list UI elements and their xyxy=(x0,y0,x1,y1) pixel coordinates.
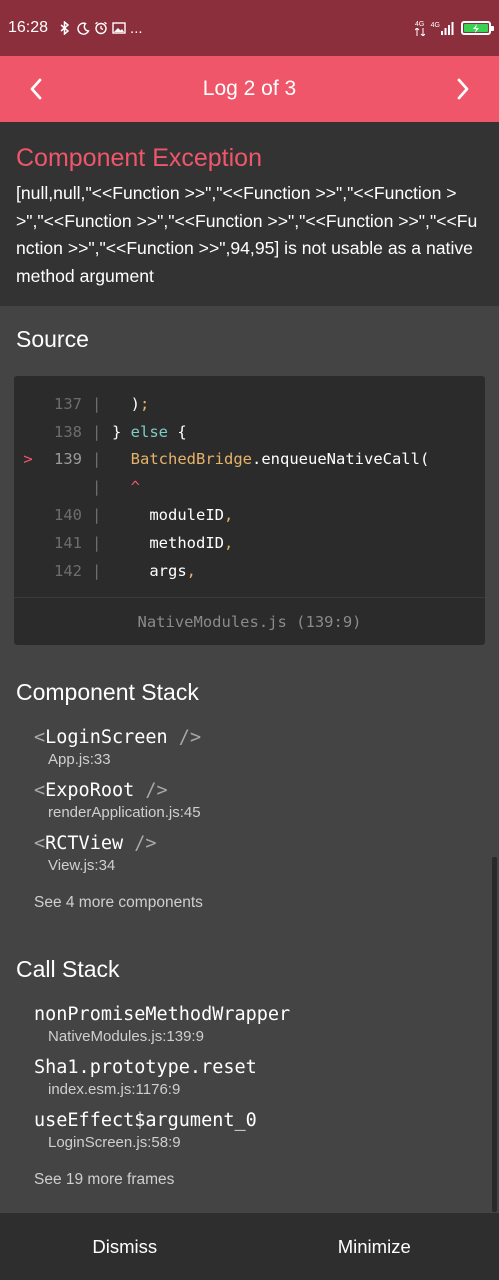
component-location: App.js:33 xyxy=(48,751,111,768)
call-frame[interactable]: nonPromiseMethodWrapper NativeModules.js… xyxy=(34,1004,290,1045)
component-frame[interactable]: <RCTView /> View.js:34 xyxy=(34,833,157,874)
moon-icon xyxy=(76,21,90,35)
call-frame-location: index.esm.js:1176:9 xyxy=(48,1081,181,1098)
component-location: View.js:34 xyxy=(48,857,116,874)
component-stack-heading: Component Stack xyxy=(16,679,199,705)
see-more-components-link[interactable]: See 4 more components xyxy=(34,894,203,912)
previous-log-button[interactable] xyxy=(6,56,66,122)
source-file-location[interactable]: NativeModules.js (139:9) xyxy=(14,597,485,645)
gutter-separator: | xyxy=(92,533,102,552)
code-line: | ^ xyxy=(14,473,485,501)
gutter-separator: | xyxy=(92,561,102,580)
code-line: 140 | moduleID, xyxy=(14,501,485,529)
code-line: 142 | args, xyxy=(14,557,485,585)
error-line-marker: > xyxy=(23,450,33,469)
exception-panel: Component Exception [null,null,"<<Functi… xyxy=(0,122,499,306)
code-text: args, xyxy=(112,561,196,580)
code-line: 137 | ); xyxy=(14,390,485,418)
component-name: RCTView xyxy=(45,833,124,854)
network-indicator-2: 4G xyxy=(431,21,455,35)
code-lines: 137 | ); 138 | } else { >139 | BatchedBridge.e… xyxy=(14,376,485,585)
code-line: >139 | BatchedBridge.enqueueNativeCall( xyxy=(14,446,485,474)
status-bar: 16:28 ... 4G 4G xyxy=(0,0,499,56)
scrollbar[interactable] xyxy=(492,857,497,1212)
line-number: 141 xyxy=(54,533,82,552)
exception-message: [null,null,"<<Function >>","<<Function >… xyxy=(16,183,478,286)
gutter-separator: | xyxy=(92,422,102,441)
next-log-button[interactable] xyxy=(433,56,493,122)
battery-icon xyxy=(461,21,494,35)
component-frame[interactable]: <ExpoRoot /> renderApplication.js:45 xyxy=(34,780,201,821)
code-text: ); xyxy=(112,394,150,413)
log-counter: Log 2 of 3 xyxy=(202,77,297,100)
call-frame[interactable]: Sha1.prototype.reset index.esm.js:1176:9 xyxy=(34,1057,257,1098)
gutter-separator: | xyxy=(92,478,102,497)
code-text: } else { xyxy=(112,422,187,441)
gutter-separator: | xyxy=(92,450,102,469)
gutter-separator: | xyxy=(92,506,102,525)
battery-fill xyxy=(464,23,488,33)
log-header: Log 2 of 3 xyxy=(0,56,499,122)
bottom-actions: Dismiss Minimize xyxy=(0,1213,499,1280)
status-more: ... xyxy=(130,19,143,37)
line-number: 142 xyxy=(54,561,82,580)
line-number: 137 xyxy=(54,394,82,413)
code-text: moduleID, xyxy=(112,506,234,525)
gutter-separator: | xyxy=(92,394,102,413)
dismiss-button[interactable]: Dismiss xyxy=(0,1213,250,1280)
bluetooth-icon xyxy=(58,21,72,35)
call-frame-location: LoginScreen.js:58:9 xyxy=(48,1134,181,1151)
line-number: 140 xyxy=(54,506,82,525)
source-code-frame[interactable]: 137 | ); 138 | } else { >139 | BatchedBridge.e… xyxy=(14,376,485,645)
call-frame-name: Sha1.prototype.reset xyxy=(34,1057,257,1078)
exception-title: Component Exception xyxy=(16,144,262,172)
line-number: 139 xyxy=(54,450,82,469)
chevron-left-icon xyxy=(30,78,42,100)
status-right: 4G 4G xyxy=(414,21,494,36)
minimize-button[interactable]: Minimize xyxy=(250,1213,499,1280)
chevron-right-icon xyxy=(457,78,469,100)
call-frame[interactable]: useEffect$argument_0 LoginScreen.js:58:9 xyxy=(34,1110,257,1151)
code-text: BatchedBridge.enqueueNativeCall( xyxy=(130,450,430,469)
code-text: ^ xyxy=(130,478,141,497)
call-stack-heading: Call Stack xyxy=(16,956,120,982)
see-more-frames-link[interactable]: See 19 more frames xyxy=(34,1171,174,1189)
code-line: 141 | methodID, xyxy=(14,529,485,557)
component-name: ExpoRoot xyxy=(45,780,135,801)
network-indicator-1: 4G xyxy=(414,21,425,36)
line-number: 138 xyxy=(54,422,82,441)
code-line: 138 | } else { xyxy=(14,418,485,446)
component-frame[interactable]: <LoginScreen /> App.js:33 xyxy=(34,727,201,768)
signal-icon xyxy=(441,21,454,35)
code-text: methodID, xyxy=(112,533,234,552)
status-icons: ... xyxy=(58,20,143,37)
status-left: 16:28 ... xyxy=(8,19,143,37)
call-frame-location: NativeModules.js:139:9 xyxy=(48,1028,204,1045)
call-frame-name: nonPromiseMethodWrapper xyxy=(34,1004,291,1025)
status-time: 16:28 xyxy=(8,19,49,36)
image-icon xyxy=(112,21,126,35)
alarm-icon xyxy=(94,21,108,35)
component-location: renderApplication.js:45 xyxy=(48,804,201,821)
call-frame-name: useEffect$argument_0 xyxy=(34,1110,257,1131)
component-name: LoginScreen xyxy=(45,727,168,748)
source-heading: Source xyxy=(16,326,89,352)
